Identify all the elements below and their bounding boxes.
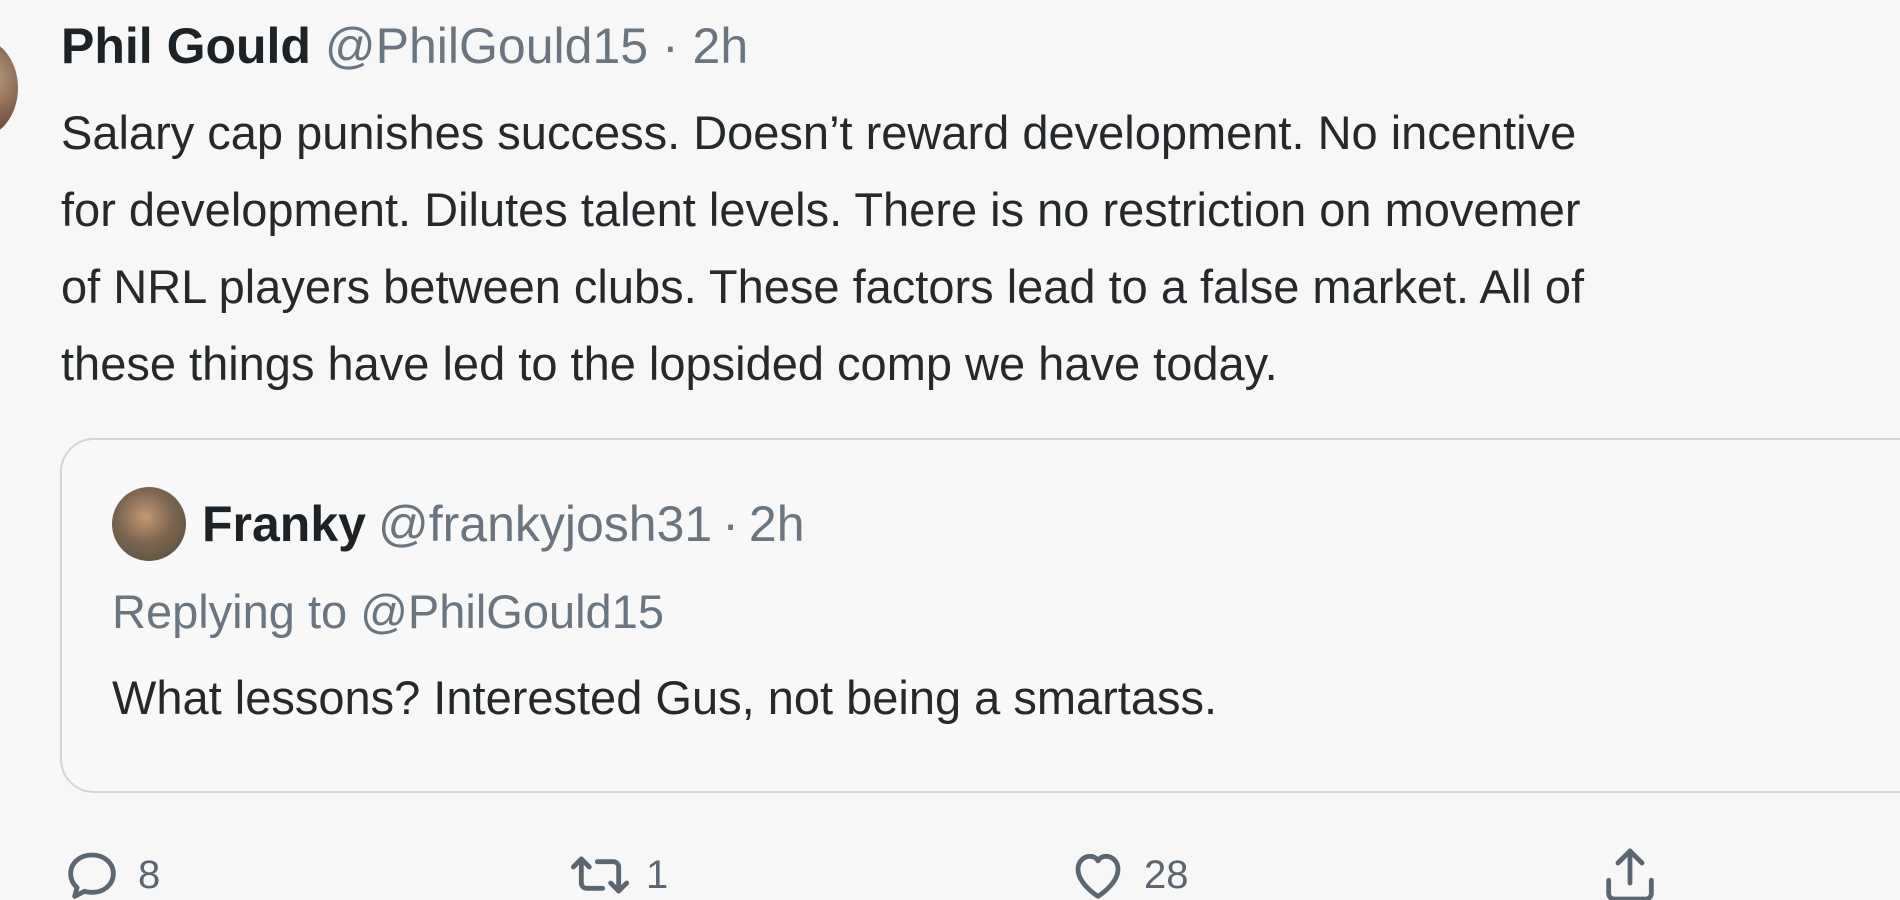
author-handle[interactable]: @PhilGould15 — [325, 18, 648, 74]
retweet-count: 1 — [646, 852, 669, 897]
tweet-text-line: of NRL players between clubs. These fact… — [61, 260, 1585, 313]
replying-to: Replying to @PhilGould15 — [112, 585, 664, 638]
reply-button[interactable]: 8 — [60, 845, 160, 900]
reply-icon — [68, 852, 116, 899]
quoted-tweet-text: What lessons? Interested Gus, not being … — [112, 671, 1218, 724]
quoted-author-handle: @frankyjosh31 — [377, 496, 713, 552]
tweet-text: Salary cap punishes success. Doesn’t rew… — [61, 94, 1900, 402]
tweet-page: Phil Gould @PhilGould15 · 2h Salary cap … — [0, 0, 1900, 900]
share-button[interactable] — [1598, 845, 1662, 900]
heart-icon — [1075, 853, 1121, 899]
tweet-header: Phil Gould @PhilGould15 · 2h — [61, 14, 748, 78]
quoted-author-name: Franky — [202, 496, 366, 552]
like-count: 28 — [1144, 852, 1189, 897]
quoted-tweet-card[interactable]: Franky @frankyjosh31 · 2h Replying to @P… — [60, 438, 1900, 793]
retweet-icon — [570, 856, 630, 894]
quoted-tweet-time: 2h — [748, 496, 805, 552]
tweet-text-line: for development. Dilutes talent levels. … — [61, 183, 1581, 236]
share-icon — [1606, 848, 1654, 900]
header-separator: · — [661, 18, 679, 74]
tweet-text-line: these things have led to the lopsided co… — [61, 337, 1278, 390]
tweet-text-line: Salary cap punishes success. Doesn’t rew… — [61, 106, 1577, 159]
quoted-tweet-header: Franky @frankyjosh31 · 2h — [112, 487, 805, 561]
retweet-button[interactable]: 1 — [568, 845, 668, 900]
quoted-author-avatar — [112, 487, 186, 561]
reply-count: 8 — [138, 852, 161, 897]
author-avatar[interactable] — [0, 38, 18, 138]
tweet-time[interactable]: 2h — [693, 18, 749, 74]
author-name[interactable]: Phil Gould — [61, 18, 311, 74]
like-button[interactable]: 28 — [1066, 845, 1189, 900]
quoted-header-separator: · — [722, 496, 739, 552]
tweet-action-bar: 8 1 28 — [0, 845, 1900, 900]
